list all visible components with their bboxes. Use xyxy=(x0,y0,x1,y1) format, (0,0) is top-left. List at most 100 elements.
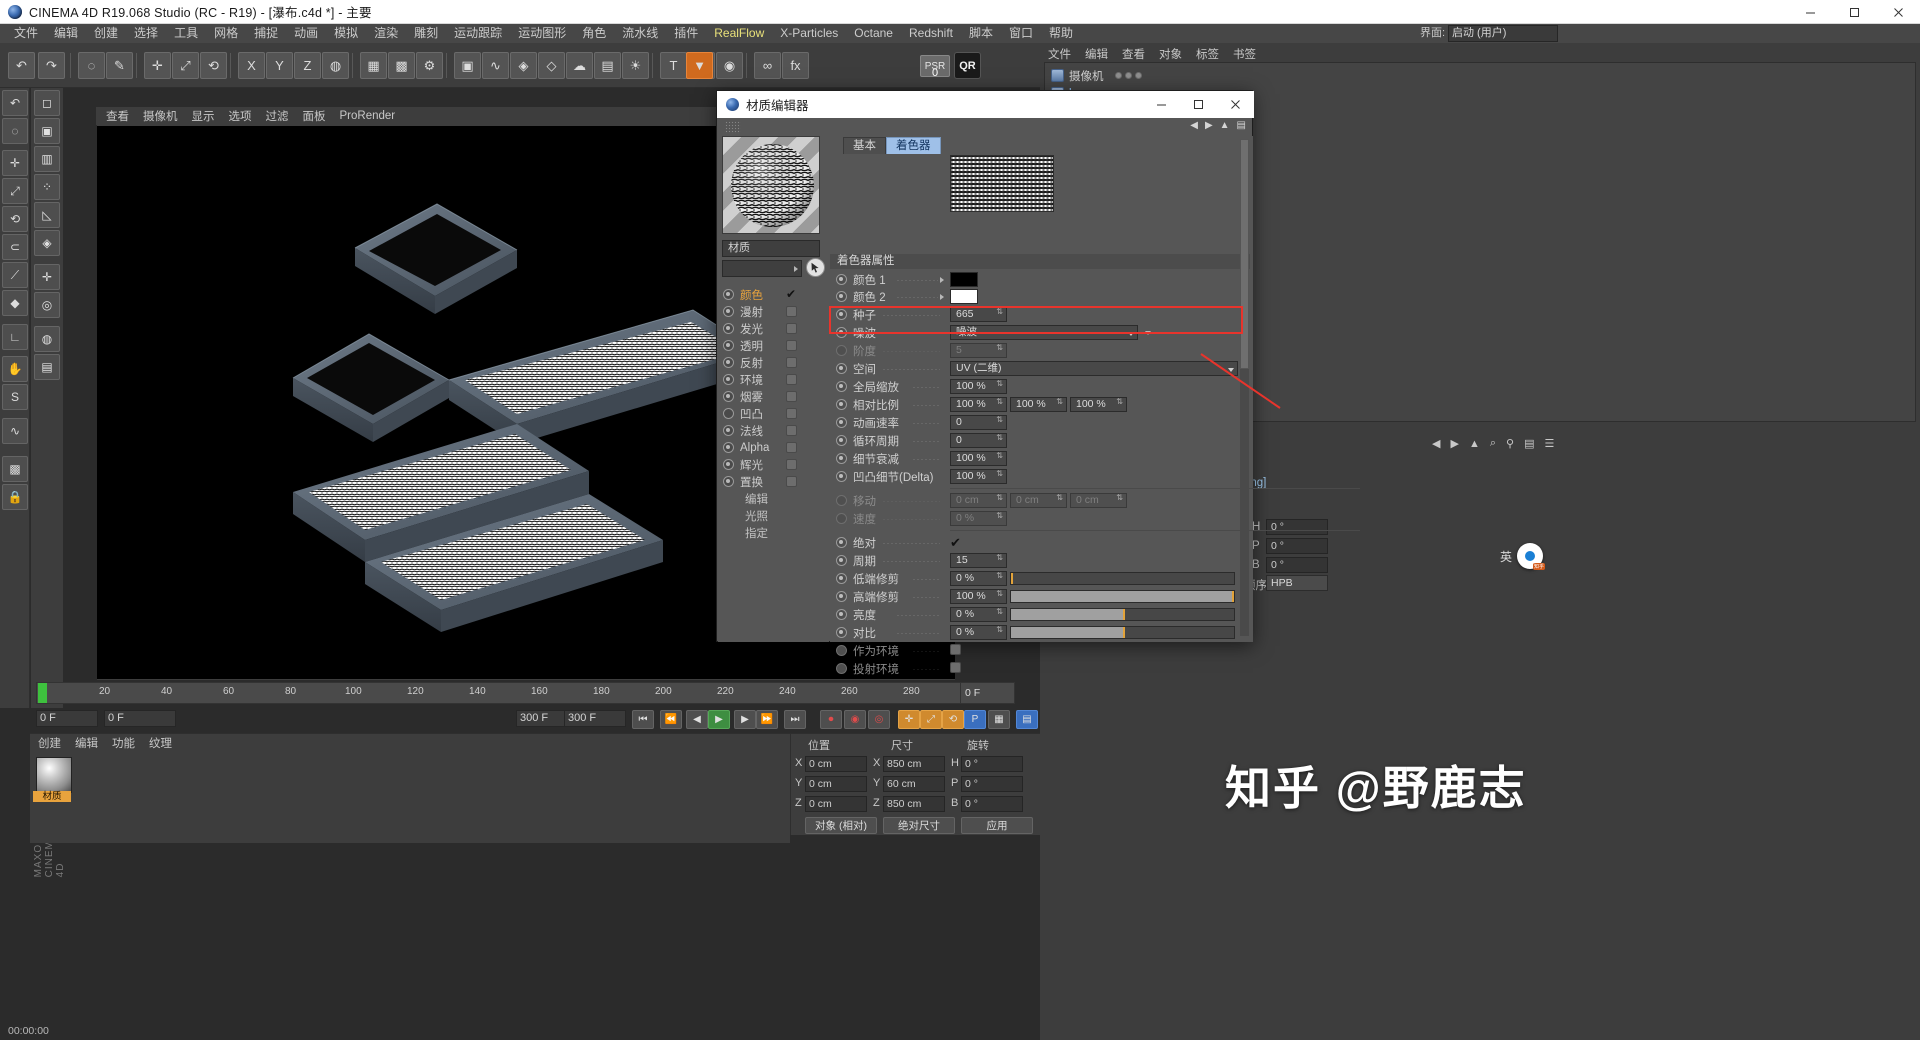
tab-basic[interactable]: 基本 xyxy=(843,137,886,154)
channel-row-alpha[interactable]: Alpha xyxy=(723,439,797,456)
coord-mode-relative-select[interactable]: 对象 (相对) xyxy=(805,817,877,834)
attr-more-icon[interactable]: ☰ xyxy=(1544,437,1554,450)
animation-speed-field[interactable]: 0⇅ xyxy=(950,415,1007,430)
property-radio-icon[interactable] xyxy=(836,471,847,482)
channel-row-luminance[interactable]: 发光 xyxy=(723,320,797,337)
attr-field-h[interactable]: 0 ° xyxy=(1266,519,1328,535)
menu-item-xparticles[interactable]: X-Particles xyxy=(772,24,846,43)
menu-item-tools[interactable]: 工具 xyxy=(166,24,206,43)
close-button[interactable] xyxy=(1876,0,1920,24)
render-settings-button[interactable]: ⚙ xyxy=(416,52,443,79)
om-menu-file[interactable]: 文件 xyxy=(1048,46,1071,62)
coord-size-z-field[interactable]: 850 cm xyxy=(883,796,945,812)
attr-field-b[interactable]: 0 ° xyxy=(1266,557,1328,573)
channel-radio-icon[interactable] xyxy=(723,357,734,368)
menu-item-plugins[interactable]: 插件 xyxy=(666,24,706,43)
attr-up-icon[interactable]: ▲ xyxy=(1469,438,1480,450)
channel-radio-icon[interactable] xyxy=(723,391,734,402)
tool-polygon-icon[interactable]: ◆ xyxy=(2,290,28,316)
color1-swatch[interactable] xyxy=(950,272,978,287)
viewport-menu-prorender[interactable]: ProRender xyxy=(340,110,396,122)
property-radio-icon[interactable] xyxy=(836,417,847,428)
add-generator-button[interactable]: ◈ xyxy=(510,52,537,79)
channel-row-fog[interactable]: 烟雾 xyxy=(723,388,797,405)
mode-object-icon[interactable]: ◻ xyxy=(34,90,60,116)
sub-item-assign[interactable]: 指定 xyxy=(745,525,768,541)
channel-enable-checkbox[interactable] xyxy=(786,306,797,317)
param-key-button[interactable]: P xyxy=(964,710,986,729)
mode-enable-icon[interactable]: ◎ xyxy=(34,292,60,318)
noise-type-select[interactable]: 噪波 xyxy=(950,325,1138,340)
tag-dot-icon[interactable] xyxy=(1135,72,1142,79)
coord-size-y-field[interactable]: 60 cm xyxy=(883,776,945,792)
property-row-move[interactable]: 移动 0 cm⇅ 0 cm⇅ 0 cm⇅ xyxy=(830,492,1253,509)
property-row-loop-period[interactable]: 循环周期 0⇅ xyxy=(830,432,1253,449)
menu-item-sculpt[interactable]: 雕刻 xyxy=(406,24,446,43)
space-select[interactable]: UV (二维) xyxy=(950,361,1238,376)
color2-swatch[interactable] xyxy=(950,289,978,304)
select-live-button[interactable]: ◌ xyxy=(78,52,105,79)
channel-radio-icon[interactable] xyxy=(723,374,734,385)
brightness-slider[interactable] xyxy=(1010,608,1235,621)
step-back-button[interactable]: ◀ xyxy=(686,710,708,729)
matmgr-menu-texture[interactable]: 纹理 xyxy=(149,735,172,751)
channel-radio-icon[interactable] xyxy=(723,306,734,317)
channel-enable-checkbox[interactable] xyxy=(786,408,797,419)
viewport-menu-filter[interactable]: 过滤 xyxy=(266,108,289,124)
add-text-button[interactable]: T xyxy=(660,52,687,79)
detail-attenuation-field[interactable]: 100 %⇅ xyxy=(950,451,1007,466)
coord-apply-button[interactable]: 应用 xyxy=(961,817,1033,834)
absolute-checkmark-icon[interactable]: ✔ xyxy=(950,535,961,550)
channel-radio-icon[interactable] xyxy=(723,340,734,351)
cycle-field[interactable]: 15⇅ xyxy=(950,553,1007,568)
mode-model-icon[interactable]: ▣ xyxy=(34,118,60,144)
channel-row-diffusion[interactable]: 漫射 xyxy=(723,303,797,320)
material-thumbnail[interactable] xyxy=(36,757,72,793)
tool-sculpt-icon[interactable]: S xyxy=(2,384,28,410)
timeline-playhead[interactable] xyxy=(38,683,47,703)
channel-enable-checkbox[interactable] xyxy=(786,442,797,453)
tool-undo-icon[interactable]: ↶ xyxy=(2,90,28,116)
channel-row-reflectance[interactable]: 反射 xyxy=(723,354,797,371)
property-row-absolute[interactable]: 绝对 ✔ xyxy=(830,534,1253,551)
move-x-field[interactable]: 0 cm⇅ xyxy=(950,493,1007,508)
add-cube-button[interactable]: ▣ xyxy=(454,52,481,79)
property-radio-icon[interactable] xyxy=(836,591,847,602)
render-view-button[interactable]: ▦ xyxy=(360,52,387,79)
start-frame-field[interactable]: 0 F xyxy=(104,710,176,727)
property-row-global-scale[interactable]: 全局缩放 100 %⇅ xyxy=(830,378,1253,395)
minimize-button[interactable] xyxy=(1788,0,1832,24)
property-radio-icon[interactable] xyxy=(836,291,847,302)
tag-dot-icon[interactable] xyxy=(1115,72,1122,79)
contrast-slider[interactable] xyxy=(1010,626,1235,639)
brightness-field[interactable]: 0 %⇅ xyxy=(950,607,1007,622)
channel-enabled-checkmark-icon[interactable]: ✔ xyxy=(786,289,798,300)
maximize-button[interactable] xyxy=(1832,0,1876,24)
tag-dot-icon[interactable] xyxy=(1125,72,1132,79)
property-row-as-environment[interactable]: 作为环境 xyxy=(830,642,1253,659)
shader-preview-thumbnail[interactable] xyxy=(950,155,1054,212)
viewport-menu-view[interactable]: 查看 xyxy=(106,108,129,124)
high-clip-field[interactable]: 100 %⇅ xyxy=(950,589,1007,604)
next-key-button[interactable]: ⏩ xyxy=(756,710,778,729)
object-row-camera[interactable]: 摄像机 xyxy=(1051,67,1142,84)
tool-texture-icon[interactable]: ▩ xyxy=(2,456,28,482)
coord-pos-z-field[interactable]: 0 cm xyxy=(805,796,867,812)
property-row-space[interactable]: 空间 UV (二维) xyxy=(830,360,1253,377)
menu-item-script[interactable]: 脚本 xyxy=(961,24,1001,43)
om-menu-object[interactable]: 对象 xyxy=(1159,46,1182,62)
attr-search-icon[interactable]: ⌕ xyxy=(1490,437,1496,450)
property-row-animation-speed[interactable]: 动画速率 0⇅ xyxy=(830,414,1253,431)
property-radio-icon[interactable] xyxy=(836,555,847,566)
property-radio-icon[interactable] xyxy=(836,274,847,285)
coord-rot-b-field[interactable]: 0 ° xyxy=(961,796,1023,812)
z-axis-lock-button[interactable]: Z xyxy=(294,52,321,79)
redo-button[interactable]: ↷ xyxy=(38,52,65,79)
om-menu-view[interactable]: 查看 xyxy=(1122,46,1145,62)
contrast-field[interactable]: 0 %⇅ xyxy=(950,625,1007,640)
rotation-key-button[interactable]: ⟲ xyxy=(942,710,964,729)
menu-item-pipeline[interactable]: 流水线 xyxy=(614,24,666,43)
property-row-project-environment[interactable]: 投射环境 xyxy=(830,660,1253,677)
property-row-octaves[interactable]: 阶度 5⇅ xyxy=(830,342,1253,359)
channel-radio-icon[interactable] xyxy=(723,289,734,300)
